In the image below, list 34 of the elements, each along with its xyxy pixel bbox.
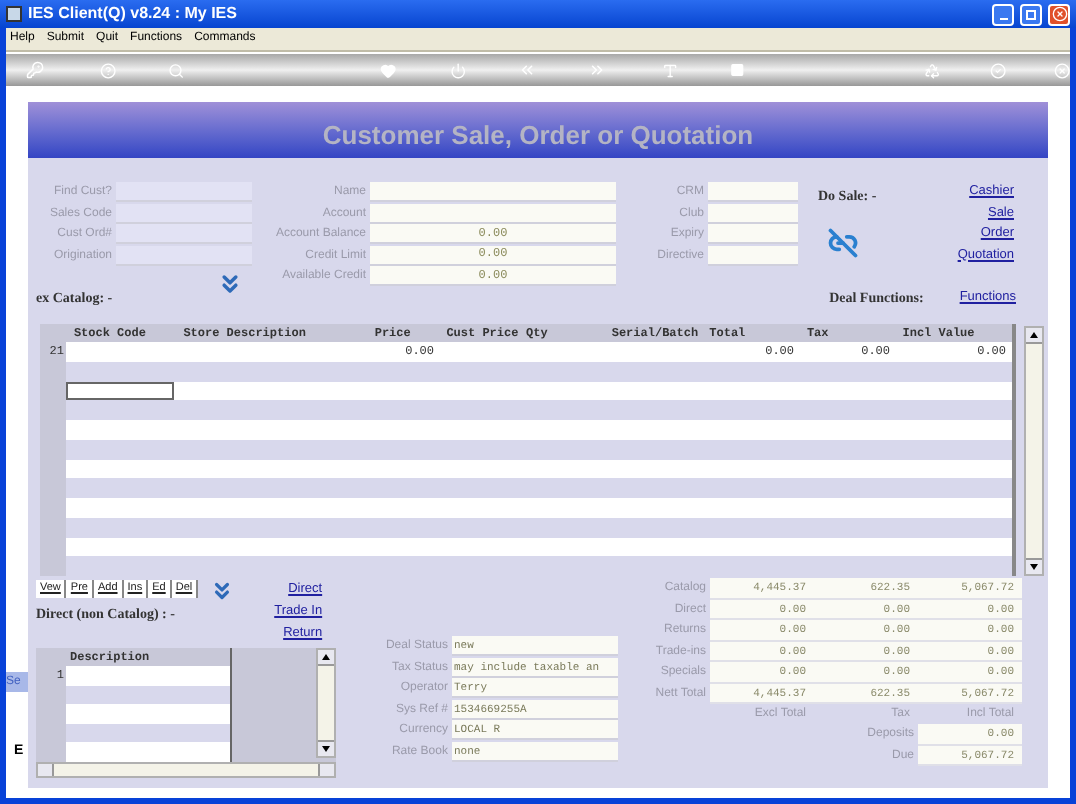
search-icon[interactable] xyxy=(168,61,185,79)
key-icon[interactable] xyxy=(26,60,45,80)
check-icon[interactable] xyxy=(989,61,1006,79)
close-icon[interactable] xyxy=(1053,61,1071,79)
input-field[interactable] xyxy=(116,203,252,224)
input-field[interactable] xyxy=(116,224,252,245)
power-icon[interactable] xyxy=(449,61,466,79)
input-field[interactable] xyxy=(370,203,616,224)
minimize-button[interactable] xyxy=(992,3,1014,25)
window-title: IES Client(Q) v8.24 : My IES xyxy=(28,2,237,26)
text-icon[interactable] xyxy=(662,61,679,79)
input-field[interactable] xyxy=(708,182,798,203)
input-field[interactable] xyxy=(708,224,798,245)
horizontal-scrollbar[interactable] xyxy=(36,762,336,778)
close-icon xyxy=(1051,6,1067,22)
vertical-scrollbar[interactable] xyxy=(316,648,336,758)
maximize-button[interactable] xyxy=(1020,3,1042,25)
recycle-icon[interactable] xyxy=(924,61,942,79)
input-field[interactable] xyxy=(116,245,252,266)
app-icon xyxy=(6,6,22,22)
grid-row[interactable] xyxy=(66,381,1012,401)
input-field[interactable] xyxy=(370,182,616,203)
help-icon[interactable] xyxy=(100,61,117,79)
broken-link-icon[interactable] xyxy=(828,227,858,257)
square-icon[interactable] xyxy=(730,62,745,78)
input-field[interactable] xyxy=(708,245,798,266)
previous-icon[interactable] xyxy=(517,60,536,80)
page-title: Customer Sale, Order or Quotation xyxy=(322,122,754,148)
input-field[interactable] xyxy=(116,182,252,203)
vertical-scrollbar[interactable] xyxy=(1024,326,1044,576)
close-button[interactable] xyxy=(1048,3,1070,25)
next-icon[interactable] xyxy=(587,60,607,80)
heart-icon[interactable] xyxy=(380,61,398,79)
input-field[interactable] xyxy=(708,203,798,224)
